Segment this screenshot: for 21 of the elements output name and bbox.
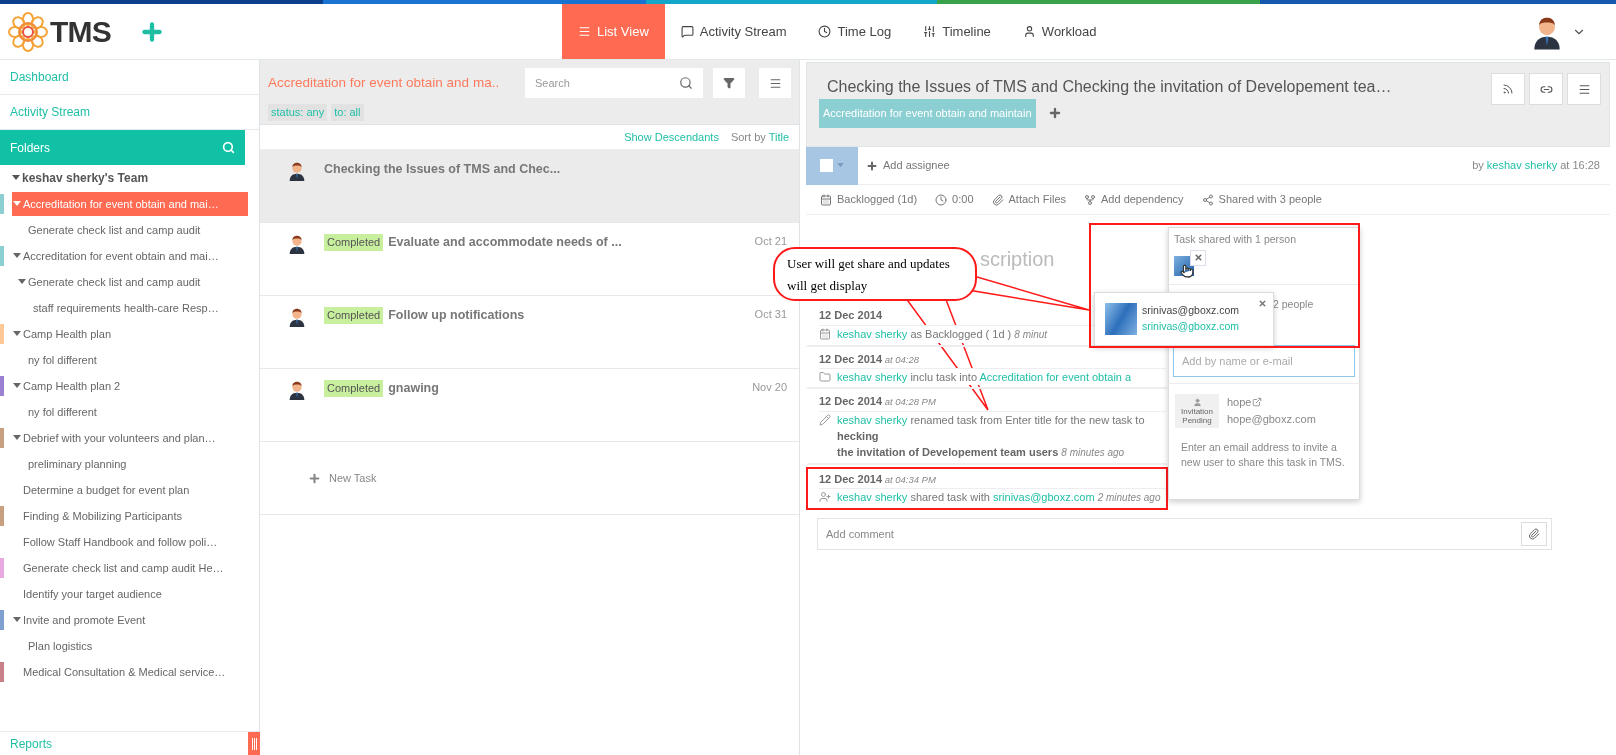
task-date: Oct 21: [754, 234, 787, 249]
sort-control: Sort by Title: [730, 128, 789, 146]
author-note: by keshav sherky at 16:28: [1472, 158, 1601, 174]
task-heading: Checking the Issues of TMS and Checking the invitation of Developement tea…: [827, 77, 1393, 97]
invite-hint: Enter an email address to invite a new user to share this task in TMS.: [1180, 440, 1346, 470]
activity-date: 12 Dec 2014 at 04:28 PM: [819, 393, 1166, 412]
folders-title: Folders: [10, 139, 50, 157]
suggestion-email: hope@gboxz.com: [1227, 411, 1316, 427]
share-heading: 2 people: [1273, 298, 1314, 310]
status-badge: Completed: [324, 307, 384, 324]
activity-text: keshav sherky inclu task into Accreditation for event obtain a: [837, 369, 1132, 385]
list-title: Accreditation for event obtain and ma..: [268, 73, 501, 92]
description-heading: scription: [980, 247, 1055, 272]
callout-tooltip: User will get share and updates will get display: [773, 247, 977, 301]
status-badge: Completed: [324, 234, 384, 251]
status-badge: Completed: [324, 380, 384, 397]
logo-text: TMS: [50, 14, 112, 50]
task-date: Nov 20: [752, 380, 787, 395]
share-heading: Task shared with 1 person: [1174, 232, 1297, 247]
pending-label: Invitation Pending: [1180, 406, 1214, 425]
task-date: Oct 31: [754, 307, 787, 322]
